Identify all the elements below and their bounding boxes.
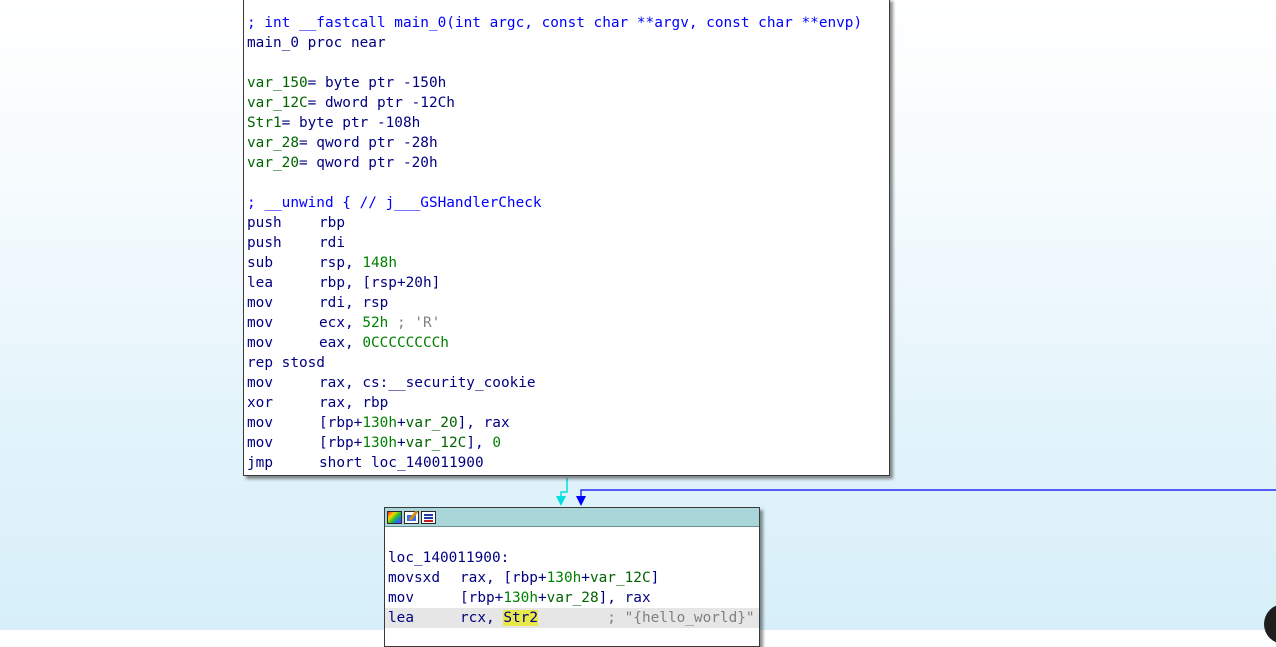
operands: rbp <box>319 215 345 231</box>
var-name: var_150 <box>247 75 308 91</box>
instruction-line[interactable]: mov ecx, 52h ; 'R' <box>244 313 889 333</box>
mnemonic: movsxd <box>388 570 440 586</box>
var-name: Str1 <box>247 115 282 131</box>
mnemonic: mov <box>247 415 273 431</box>
immediate-value: 52h <box>362 315 389 331</box>
mnemonic: mov <box>247 375 273 391</box>
immediate-value: 0CCCCCCCCh <box>362 335 449 351</box>
instruction-line[interactable]: mov [rbp+130h+var_20], rax <box>244 413 889 433</box>
string-comment: ; "{hello_world}" <box>537 610 755 626</box>
mnemonic: xor <box>247 395 273 411</box>
instruction-line[interactable]: movsxd rax, [rbp+130h+var_12C] <box>385 568 759 588</box>
xref-list-icon[interactable] <box>421 510 436 524</box>
instruction-line[interactable]: mov rax, cs:__security_cookie <box>244 373 889 393</box>
var-name: var_28 <box>247 135 299 151</box>
main-function-node[interactable]: ; int __fastcall main_0(int argc, const … <box>243 0 890 476</box>
var-line[interactable]: var_20= qword ptr -20h <box>244 153 889 173</box>
node-header <box>385 508 759 527</box>
var-line[interactable]: var_150= byte ptr -150h <box>244 73 889 93</box>
mnemonic: mov <box>247 295 273 311</box>
loc-block-node[interactable]: loc_140011900: movsxd rax, [rbp+130h+var_… <box>384 507 760 647</box>
unwind-comment-line[interactable]: ; __unwind { // j___GSHandlerCheck <box>244 193 889 213</box>
proc-decl-line[interactable]: main_0 proc near <box>244 33 889 53</box>
instruction-line[interactable]: lea rbp, [rsp+20h] <box>244 273 889 293</box>
inline-comment: ; 'R' <box>388 315 441 331</box>
cyan-edge-arrowhead <box>556 496 566 506</box>
mnemonic: mov <box>247 435 273 451</box>
cyan-edge-line <box>560 478 568 498</box>
signature-comment-line[interactable]: ; int __fastcall main_0(int argc, const … <box>244 13 889 33</box>
operands: rax, rbp <box>319 395 389 411</box>
loc-body: loc_140011900: movsxd rax, [rbp+130h+var_… <box>385 527 759 628</box>
var-name: var_20 <box>247 155 299 171</box>
var-name: var_12C <box>247 95 308 111</box>
var-ref: var_12C <box>405 435 467 451</box>
instruction-line[interactable]: mov rdi, rsp <box>244 293 889 313</box>
operands: rbp, [rsp+20h] <box>319 275 441 291</box>
var-line[interactable]: Str1= byte ptr -108h <box>244 113 889 133</box>
mnemonic: push <box>247 215 282 231</box>
edit-node-icon[interactable] <box>404 510 419 524</box>
instruction-line[interactable]: xor rax, rbp <box>244 393 889 413</box>
var-ref: var_12C <box>589 570 651 586</box>
selected-instruction-line[interactable]: lea rcx, Str2 ; "{hello_world}" <box>385 608 759 628</box>
instruction-line[interactable]: jmp short loc_140011900 <box>244 453 889 473</box>
operands: rax, cs:__security_cookie <box>319 375 536 391</box>
instruction-line[interactable]: push rbp <box>244 213 889 233</box>
var-ref: var_20 <box>405 415 458 431</box>
mnemonic: sub <box>247 255 273 271</box>
var-line[interactable]: var_12C= dword ptr -12Ch <box>244 93 889 113</box>
highlighted-symbol[interactable]: Str2 <box>503 610 538 626</box>
mnemonic: mov <box>247 335 273 351</box>
label-line[interactable]: loc_140011900: <box>385 548 759 568</box>
immediate-value: 0 <box>492 435 501 451</box>
mnemonic: mov <box>388 590 414 606</box>
mnemonic: lea <box>388 610 414 626</box>
instruction-line[interactable]: mov [rbp+130h+var_12C], 0 <box>244 433 889 453</box>
instruction-line[interactable]: rep stosd <box>244 353 889 373</box>
operands: short loc_140011900 <box>319 455 484 471</box>
blue-edge-line <box>580 489 1276 498</box>
blue-edge-arrowhead <box>576 496 586 506</box>
mnemonic: jmp <box>247 455 273 471</box>
mnemonic: mov <box>247 315 273 331</box>
instruction-line[interactable]: mov eax, 0CCCCCCCCh <box>244 333 889 353</box>
var-line[interactable]: var_28= qword ptr -28h <box>244 133 889 153</box>
operands: rdi, rsp <box>319 295 389 311</box>
var-ref: var_28 <box>546 590 599 606</box>
instruction-line[interactable]: sub rsp, 148h <box>244 253 889 273</box>
mnemonic: rep stosd <box>247 355 325 371</box>
immediate-value: 148h <box>362 255 397 271</box>
operands: rdi <box>319 235 345 251</box>
instruction-line[interactable]: push rdi <box>244 233 889 253</box>
instruction-line[interactable]: mov [rbp+130h+var_28], rax <box>385 588 759 608</box>
graph-color-icon[interactable] <box>387 510 402 524</box>
mnemonic: lea <box>247 275 273 291</box>
mnemonic: push <box>247 235 282 251</box>
